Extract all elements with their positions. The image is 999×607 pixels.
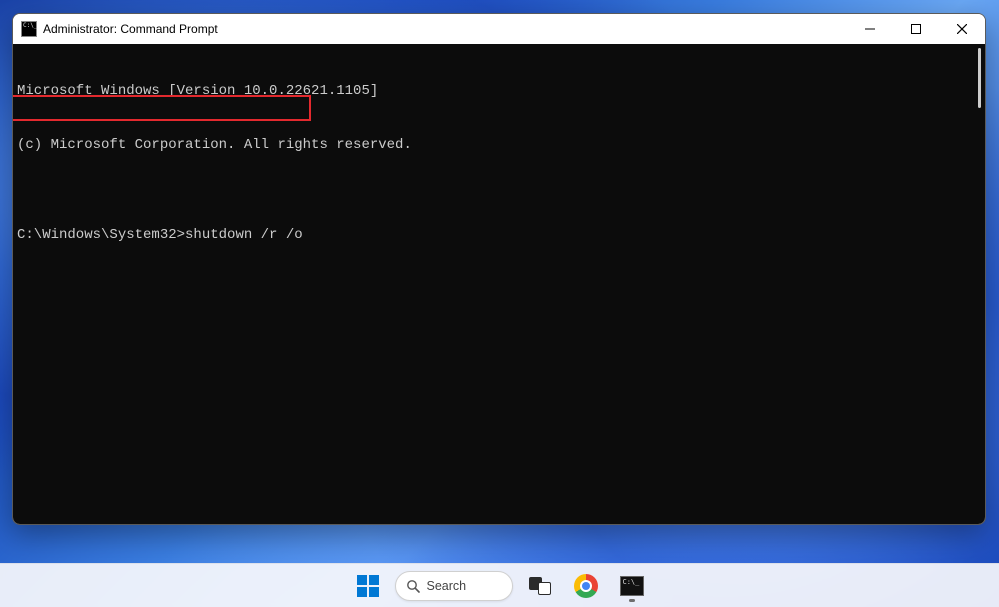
- close-icon: [957, 24, 967, 34]
- windows-logo-icon: [357, 575, 379, 597]
- task-view-button[interactable]: [521, 569, 559, 603]
- window-title: Administrator: Command Prompt: [43, 22, 218, 36]
- terminal-prompt-line: C:\Windows\System32>shutdown /r /o: [17, 226, 981, 244]
- command-prompt-window: Administrator: Command Prompt Microsoft …: [12, 13, 986, 525]
- window-controls: [847, 14, 985, 44]
- chrome-taskbar-button[interactable]: [567, 569, 605, 603]
- chrome-icon: [574, 574, 598, 598]
- titlebar[interactable]: Administrator: Command Prompt: [13, 14, 985, 44]
- command-prompt-taskbar-button[interactable]: C:\_: [613, 569, 651, 603]
- task-view-icon: [529, 577, 551, 595]
- taskbar: Search C:\_: [0, 563, 999, 607]
- minimize-button[interactable]: [847, 14, 893, 44]
- start-button[interactable]: [349, 569, 387, 603]
- terminal-version-line: Microsoft Windows [Version 10.0.22621.11…: [17, 82, 981, 100]
- terminal-area[interactable]: Microsoft Windows [Version 10.0.22621.11…: [13, 44, 985, 524]
- search-label: Search: [427, 579, 467, 593]
- maximize-button[interactable]: [893, 14, 939, 44]
- desktop-wallpaper: Administrator: Command Prompt Microsoft …: [0, 0, 999, 607]
- terminal-prompt: C:\Windows\System32>: [17, 227, 185, 243]
- taskbar-search[interactable]: Search: [395, 569, 513, 603]
- maximize-icon: [911, 24, 921, 34]
- command-prompt-icon: [21, 21, 37, 37]
- search-icon: [406, 579, 420, 593]
- terminal-command: shutdown /r /o: [185, 227, 303, 243]
- close-button[interactable]: [939, 14, 985, 44]
- terminal-copyright-line: (c) Microsoft Corporation. All rights re…: [17, 136, 981, 154]
- command-prompt-taskbar-icon: C:\_: [620, 576, 644, 596]
- minimize-icon: [865, 24, 875, 34]
